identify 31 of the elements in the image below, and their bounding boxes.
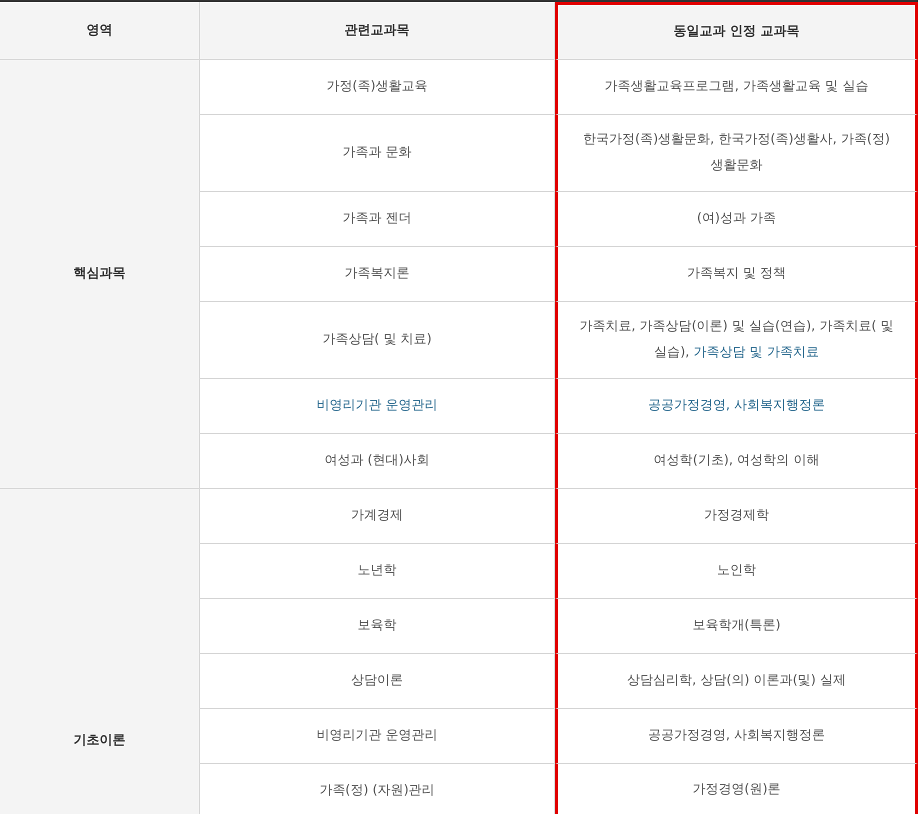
equivalent-text: (여)성과 가족 xyxy=(696,210,776,228)
equivalent-text: 가정경영(원)론 xyxy=(692,780,781,798)
equivalent-text: 가족치료, 가족상담(이론) 및 실습(연습), 가족치료( 및 실습), 가족상담 및 가족치료 xyxy=(578,318,895,362)
column-header: 동일교과 인정 교과목 xyxy=(555,2,918,60)
equivalent-text: 공공가정경영, 사회복지행정론 xyxy=(648,397,826,415)
equivalent-text: 상담심리학, 상담(의) 이론과(및) 실제 xyxy=(627,672,846,690)
subject-text: 보육학 xyxy=(358,617,396,635)
subject-text: 노년학 xyxy=(358,562,396,580)
equivalent-text: 가족복지 및 정책 xyxy=(686,265,786,283)
subject-text: 가족(정) (자원)관리 xyxy=(319,782,435,800)
subject-text: 가정(족)생활교육 xyxy=(326,78,428,96)
equivalent-text: 공공가정경영, 사회복지행정론 xyxy=(648,727,826,745)
area-cell: 기초이론 xyxy=(0,489,200,814)
subject-text: 비영리기관 운영관리 xyxy=(316,397,438,415)
equivalent-text: 보육학개(특론) xyxy=(692,617,781,635)
subject-text: 가족과 젠더 xyxy=(342,210,412,228)
equivalent-text: 가정경제학 xyxy=(704,507,769,525)
subject-text: 가계경제 xyxy=(351,507,403,525)
subject-text: 가족복지론 xyxy=(344,265,410,283)
equivalent-text: 노인학 xyxy=(717,562,756,580)
subject-text: 가족과 문화 xyxy=(342,144,412,162)
subject-text: 여성과 (현대)사회 xyxy=(324,452,430,470)
area-cell: 핵심과목 xyxy=(0,60,200,489)
equivalent-text: 한국가정(족)생활문화, 한국가정(족)생활사, 가족(정) 생활문화 xyxy=(582,131,891,175)
subject-text: 가족상담( 및 치료) xyxy=(322,331,432,349)
equivalent-text: 가족생활교육프로그램, 가족생활교육 및 실습 xyxy=(604,78,868,96)
column-header: 영역 xyxy=(0,2,200,60)
subject-text: 비영리기관 운영관리 xyxy=(316,727,438,745)
equivalent-text: 여성학(기초), 여성학의 이해 xyxy=(654,452,820,470)
subject-text: 상담이론 xyxy=(351,672,403,690)
column-header: 관련교과목 xyxy=(200,2,555,60)
